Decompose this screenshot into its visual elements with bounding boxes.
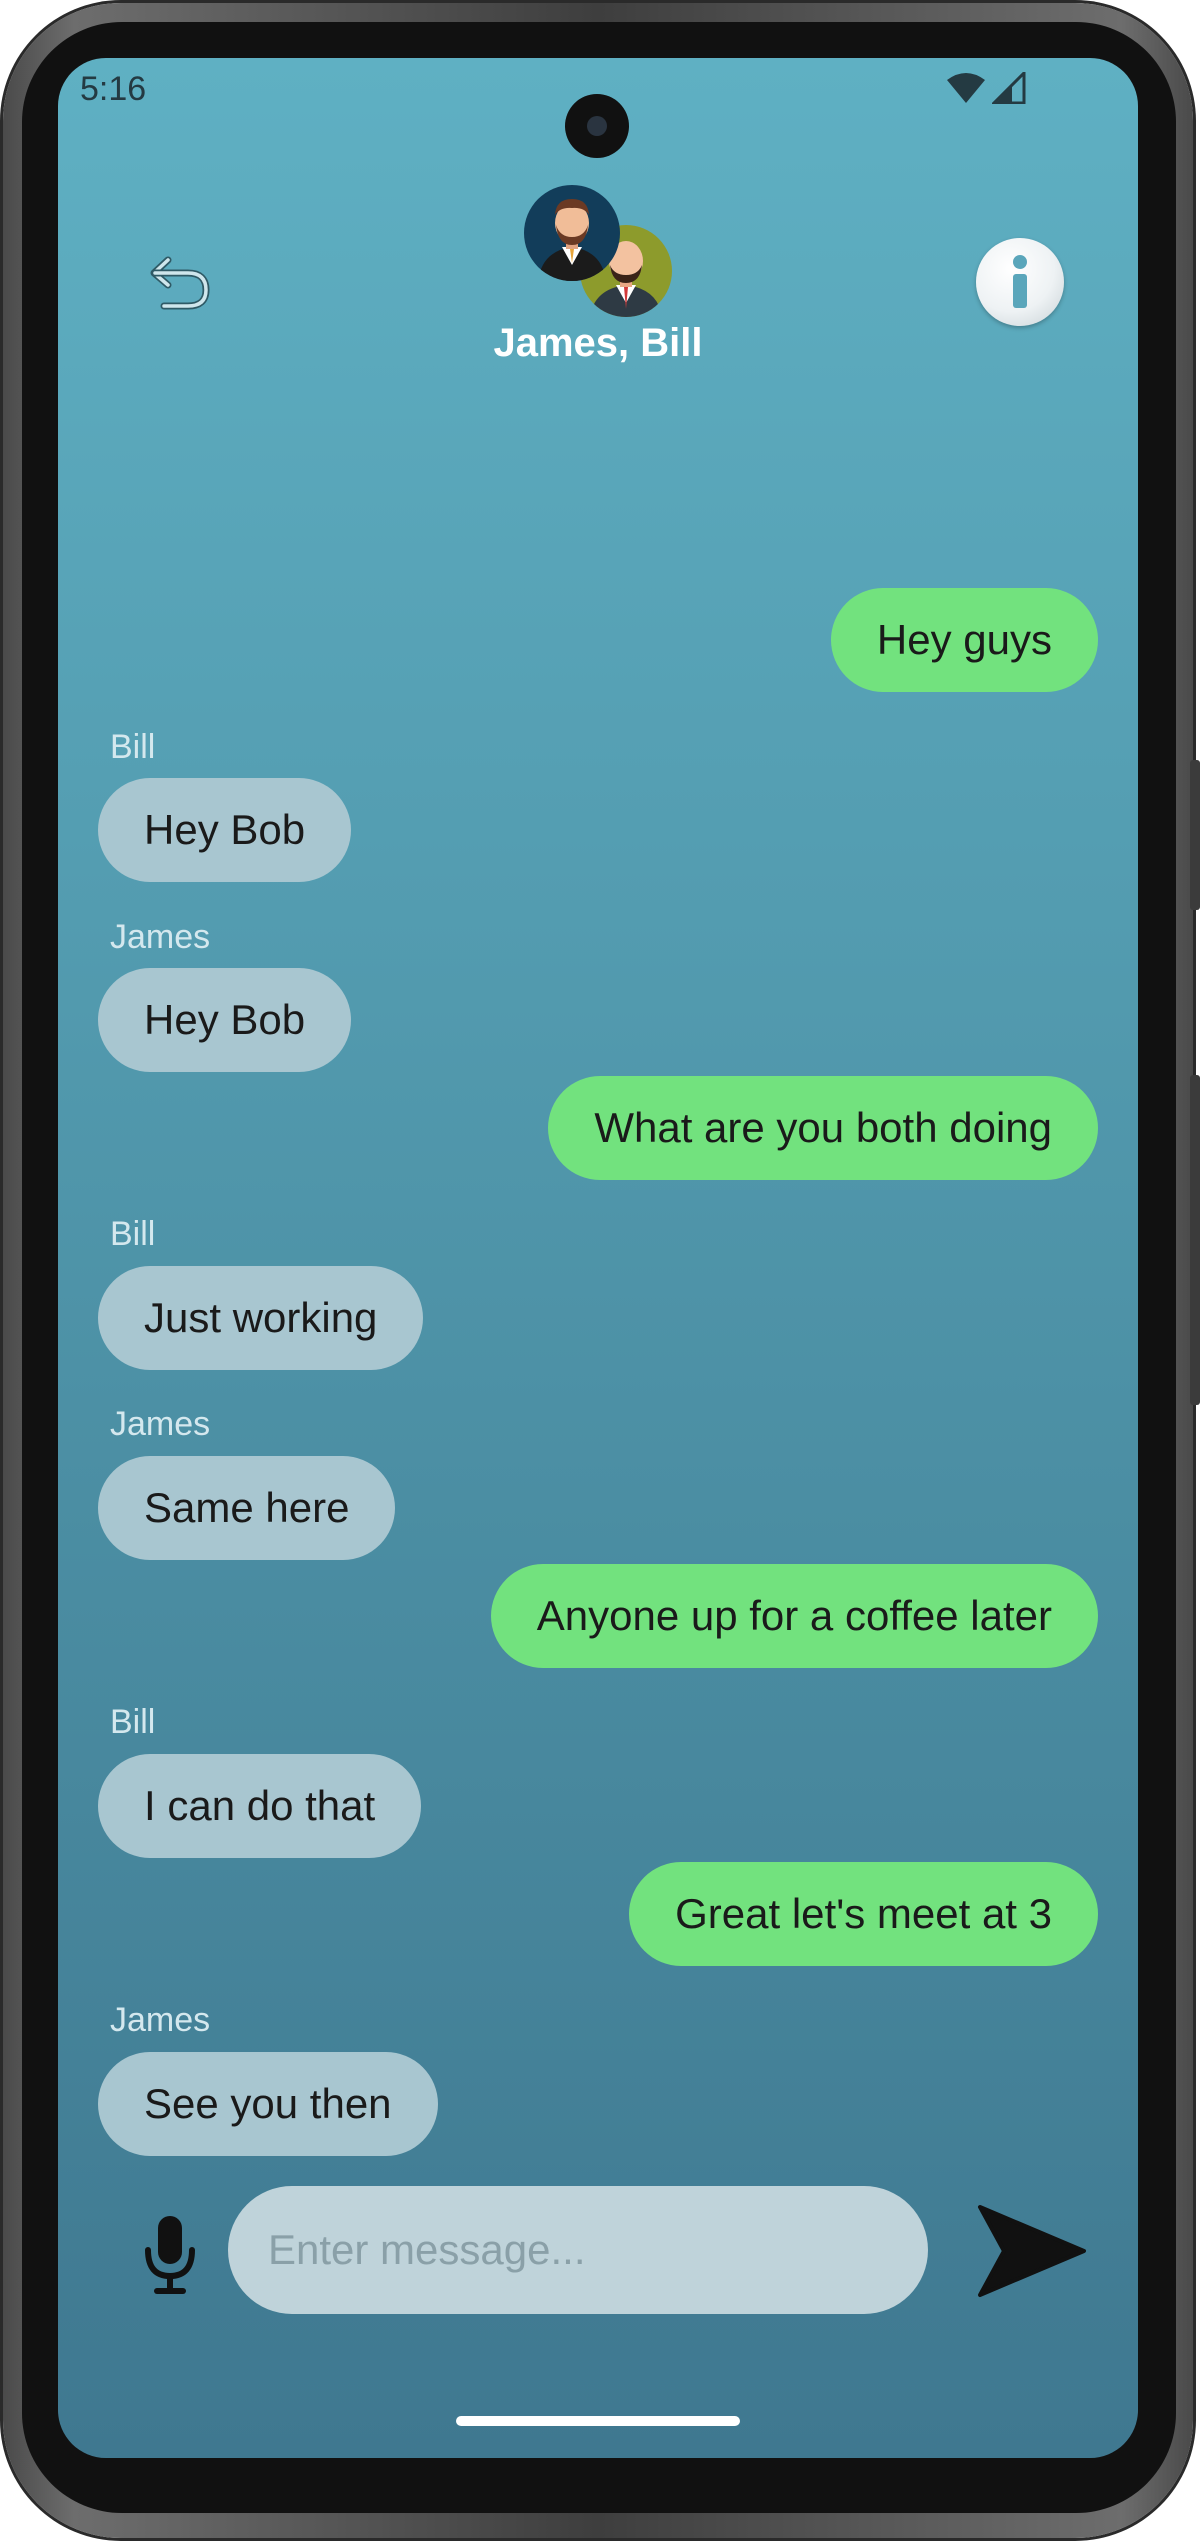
message-bubble-incoming[interactable]: See you then: [98, 2052, 438, 2156]
message-bubble-incoming[interactable]: Same here: [98, 1456, 396, 1560]
microphone-button[interactable]: [130, 2206, 210, 2306]
send-button[interactable]: [972, 2196, 1092, 2306]
phone-device: 5:16 James, Bill Hey guys Bill Hey Bob J…: [0, 0, 1200, 2541]
power-button: [1190, 1075, 1200, 1405]
message-bubble-incoming[interactable]: Hey Bob: [98, 968, 352, 1072]
message-bubble-incoming[interactable]: Hey Bob: [98, 778, 352, 882]
microphone-icon: [145, 2216, 195, 2294]
message-bubble-outgoing[interactable]: Anyone up for a coffee later: [490, 1564, 1098, 1668]
message-sender: Bill: [110, 1215, 156, 1253]
message-bubble-outgoing[interactable]: What are you both doing: [548, 1076, 1098, 1180]
volume-button: [1190, 760, 1200, 910]
message-sender: James: [110, 918, 211, 956]
send-icon: [978, 2205, 1086, 2297]
message-sender: Bill: [110, 1703, 156, 1741]
message-bubble-incoming[interactable]: Just working: [98, 1266, 424, 1370]
person-icon: [538, 199, 606, 281]
message-bubble-outgoing[interactable]: Hey guys: [830, 588, 1098, 692]
message-list: Hey guys Bill Hey Bob James Hey Bob What…: [58, 58, 1138, 2458]
home-indicator[interactable]: [456, 2416, 740, 2426]
message-sender: James: [110, 2001, 211, 2039]
avatar-james: [524, 185, 620, 281]
message-sender: James: [110, 1405, 211, 1443]
message-bubble-incoming[interactable]: I can do that: [98, 1754, 422, 1858]
message-sender: Bill: [110, 728, 156, 766]
message-input[interactable]: [228, 2186, 928, 2314]
message-bubble-outgoing[interactable]: Great let's meet at 3: [629, 1862, 1098, 1966]
screen: 5:16 James, Bill Hey guys Bill Hey Bob J…: [58, 58, 1138, 2458]
